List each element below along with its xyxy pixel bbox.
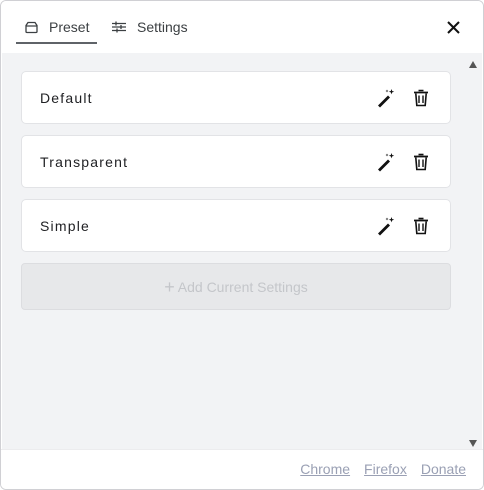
tab-settings[interactable]: Settings [111, 11, 188, 43]
add-current-settings-button[interactable]: + Add Current Settings [21, 263, 451, 310]
magic-wand-icon [378, 152, 395, 171]
magic-wand-icon [378, 88, 395, 107]
preset-content: Default Transparent Simple + Add Current… [2, 53, 482, 449]
trash-icon [414, 153, 428, 170]
preset-list: Default Transparent Simple [21, 71, 451, 263]
close-icon [446, 20, 460, 34]
add-button-label: Add Current Settings [177, 278, 308, 295]
edit-button[interactable] [375, 87, 397, 109]
donate-link[interactable]: Donate [421, 461, 466, 477]
close-button[interactable] [443, 17, 463, 37]
popup-panel: Preset Settings Default Transparent Simp… [0, 0, 484, 490]
delete-button[interactable] [410, 87, 432, 109]
sliders-icon [111, 19, 127, 35]
trash-icon [414, 217, 428, 234]
delete-button[interactable] [410, 151, 432, 173]
tab-preset-label: Preset [49, 19, 90, 35]
magic-wand-icon [378, 216, 395, 235]
archive-icon [23, 19, 39, 35]
preset-card[interactable]: Default [21, 71, 451, 124]
preset-card[interactable]: Transparent [21, 135, 451, 188]
plus-icon: + [164, 276, 175, 297]
firefox-link[interactable]: Firefox [364, 461, 407, 477]
preset-name: Transparent [40, 153, 129, 170]
preset-name: Simple [40, 217, 90, 234]
footer-links: Chrome Firefox Donate [300, 461, 466, 477]
header: Preset Settings [1, 1, 483, 53]
edit-button[interactable] [375, 215, 397, 237]
preset-name: Default [40, 89, 93, 106]
scroll-up-arrow[interactable] [468, 57, 478, 68]
chrome-link[interactable]: Chrome [300, 461, 350, 477]
footer: Chrome Firefox Donate [1, 449, 483, 489]
edit-button[interactable] [375, 151, 397, 173]
preset-card[interactable]: Simple [21, 199, 451, 252]
tab-preset[interactable]: Preset [16, 11, 98, 44]
tab-settings-label: Settings [137, 19, 188, 35]
delete-button[interactable] [410, 215, 432, 237]
scroll-down-arrow[interactable] [468, 435, 478, 447]
trash-icon [414, 89, 428, 106]
